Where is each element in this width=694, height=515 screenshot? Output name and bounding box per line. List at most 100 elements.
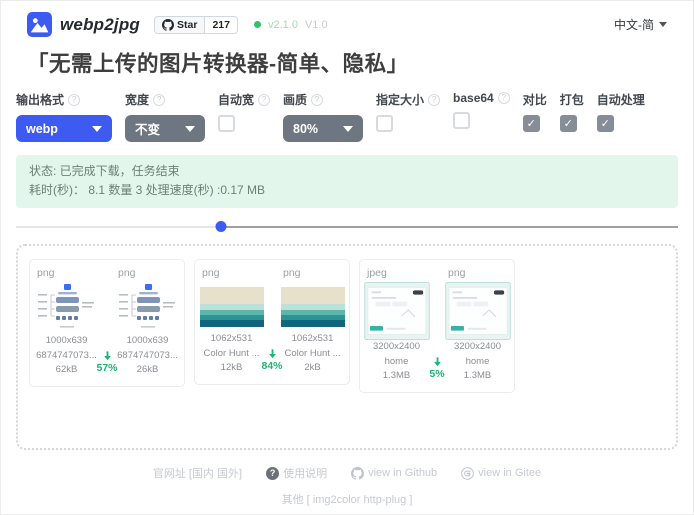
output-format-value: webp [26, 122, 58, 136]
info-icon[interactable] [311, 94, 323, 106]
compare-checkbox[interactable] [523, 115, 540, 132]
output-format-select[interactable]: webp [16, 115, 112, 142]
format-badge: png [118, 267, 136, 279]
reduction-percent: 5% [429, 368, 444, 380]
app-title: webp2jpg [60, 15, 140, 35]
image-dimensions: 3200x2400 [373, 340, 420, 354]
image-filename: 6874747073... [36, 349, 97, 363]
package-checkbox[interactable] [560, 115, 577, 132]
width-label: 宽度 [125, 91, 149, 108]
specify-size-checkbox[interactable] [376, 115, 393, 132]
image-size: 1.3MB [464, 369, 491, 383]
original-image-cell: png 1000x639 6874747073... 62kB [37, 267, 96, 377]
quality-group: 画质 80% [283, 91, 363, 142]
result-card: jpeg 3200x2400 home 1.3MB 5% [359, 259, 515, 393]
image-dimensions: 1000x639 [46, 334, 88, 348]
image-filename: Color Hunt ... [204, 347, 260, 361]
image-size: 2kB [304, 361, 320, 375]
original-thumbnail[interactable] [36, 282, 98, 334]
github-star-badge[interactable]: Star 217 [154, 16, 238, 34]
gitee-link-label: view in Gitee [478, 467, 541, 479]
status-dot-icon [254, 21, 261, 28]
converted-thumbnail[interactable] [445, 282, 511, 340]
info-icon[interactable] [498, 92, 510, 104]
image-dimensions: 1000x639 [127, 334, 169, 348]
image-size: 12kB [221, 361, 243, 375]
language-label: 中文-简 [614, 16, 654, 33]
image-filename: Color Hunt ... [285, 347, 341, 361]
image-filename: home [466, 355, 490, 369]
reduction-percent: 57% [96, 362, 117, 374]
converted-thumbnail[interactable] [281, 287, 345, 327]
slider-track [16, 226, 678, 228]
star-count: 217 [204, 17, 237, 33]
format-badge: jpeg [367, 267, 387, 279]
result-card: png 1000x639 6874747073... 62kB [29, 259, 185, 387]
gitee-icon [461, 467, 474, 480]
language-selector[interactable]: 中文-简 [614, 16, 667, 33]
progress-slider [16, 221, 678, 233]
auto-width-group: 自动宽 [218, 91, 270, 132]
quality-label: 画质 [283, 91, 307, 108]
width-value: 不变 [135, 119, 160, 138]
specify-size-label: 指定大小 [376, 91, 424, 108]
info-icon[interactable] [68, 94, 80, 106]
converted-thumbnail[interactable] [117, 282, 179, 334]
original-thumbnail[interactable] [200, 287, 264, 327]
image-dimensions: 1062x531 [211, 332, 253, 346]
info-icon[interactable] [153, 94, 165, 106]
auto-width-checkbox[interactable] [218, 115, 235, 132]
dropzone[interactable]: png 1000x639 6874747073... 62kB [16, 244, 678, 450]
width-select[interactable]: 不变 [125, 115, 205, 142]
base64-checkbox[interactable] [453, 112, 470, 129]
quality-value: 80% [293, 122, 318, 136]
format-badge: png [202, 267, 220, 279]
original-image-cell: png 1062x531 Color Hunt ... 12kB [202, 267, 261, 375]
other-links[interactable]: 其他 [ img2color http-plug ] [1, 491, 693, 507]
app-logo-icon [27, 12, 52, 37]
status-box: 状态: 已完成下载，任务结束 耗时(秒)： 8.1 数量 3 处理速度(秒) :… [16, 155, 678, 208]
help-link[interactable]: ? 使用说明 [266, 465, 327, 481]
base64-group: base64 [453, 91, 510, 129]
result-card: png 1062x531 Color Hunt ... 12kB 84% png… [194, 259, 350, 385]
question-icon: ? [266, 467, 279, 480]
reduction-indicator: 57% [96, 267, 118, 377]
gitee-link[interactable]: view in Gitee [461, 467, 541, 480]
image-size: 62kB [56, 363, 78, 377]
github-link-label: view in Github [368, 467, 437, 479]
webp2jpg-app: webp2jpg Star 217 v2.1.0 V1.0 中文-简 「无需上传… [0, 0, 694, 515]
github-link[interactable]: view in Github [351, 467, 437, 480]
version-number: v2.1.0 [268, 19, 298, 31]
original-thumbnail[interactable] [364, 282, 430, 340]
chevron-down-icon [92, 126, 102, 132]
github-star-segment: Star [155, 17, 204, 33]
brand: webp2jpg Star 217 v2.1.0 V1.0 [27, 12, 328, 37]
site-links[interactable]: 官网址 [国内 国外] [153, 465, 242, 481]
page-title: 「无需上传的图片转换器-简单、隐私」 [1, 37, 693, 78]
auto-process-group: 自动处理 [597, 91, 645, 132]
image-dimensions: 1062x531 [292, 332, 334, 346]
compare-group: 对比 [523, 91, 547, 132]
chevron-down-icon [185, 126, 195, 132]
info-icon[interactable] [428, 94, 440, 106]
auto-process-label: 自动处理 [597, 91, 645, 108]
compare-label: 对比 [523, 91, 547, 108]
image-filename: home [385, 355, 409, 369]
format-badge: png [448, 267, 466, 279]
image-size: 26kB [137, 363, 159, 377]
info-icon[interactable] [258, 94, 270, 106]
format-badge: png [283, 267, 301, 279]
width-group: 宽度 不变 [125, 91, 205, 142]
format-badge: png [37, 267, 55, 279]
help-label: 使用说明 [283, 465, 327, 481]
auto-width-label: 自动宽 [218, 91, 254, 108]
quality-select[interactable]: 80% [283, 115, 363, 142]
version-info: v2.1.0 V1.0 [254, 19, 328, 31]
chevron-down-icon [659, 22, 667, 27]
version-alt: V1.0 [305, 19, 328, 31]
star-label: Star [177, 19, 197, 31]
auto-process-checkbox[interactable] [597, 115, 614, 132]
converted-image-cell: png 1062x531 Color Hunt ... 2kB [283, 267, 342, 375]
slider-handle[interactable] [216, 221, 227, 232]
converted-image-cell: png 1000x639 6874747073... 26kB [118, 267, 177, 377]
